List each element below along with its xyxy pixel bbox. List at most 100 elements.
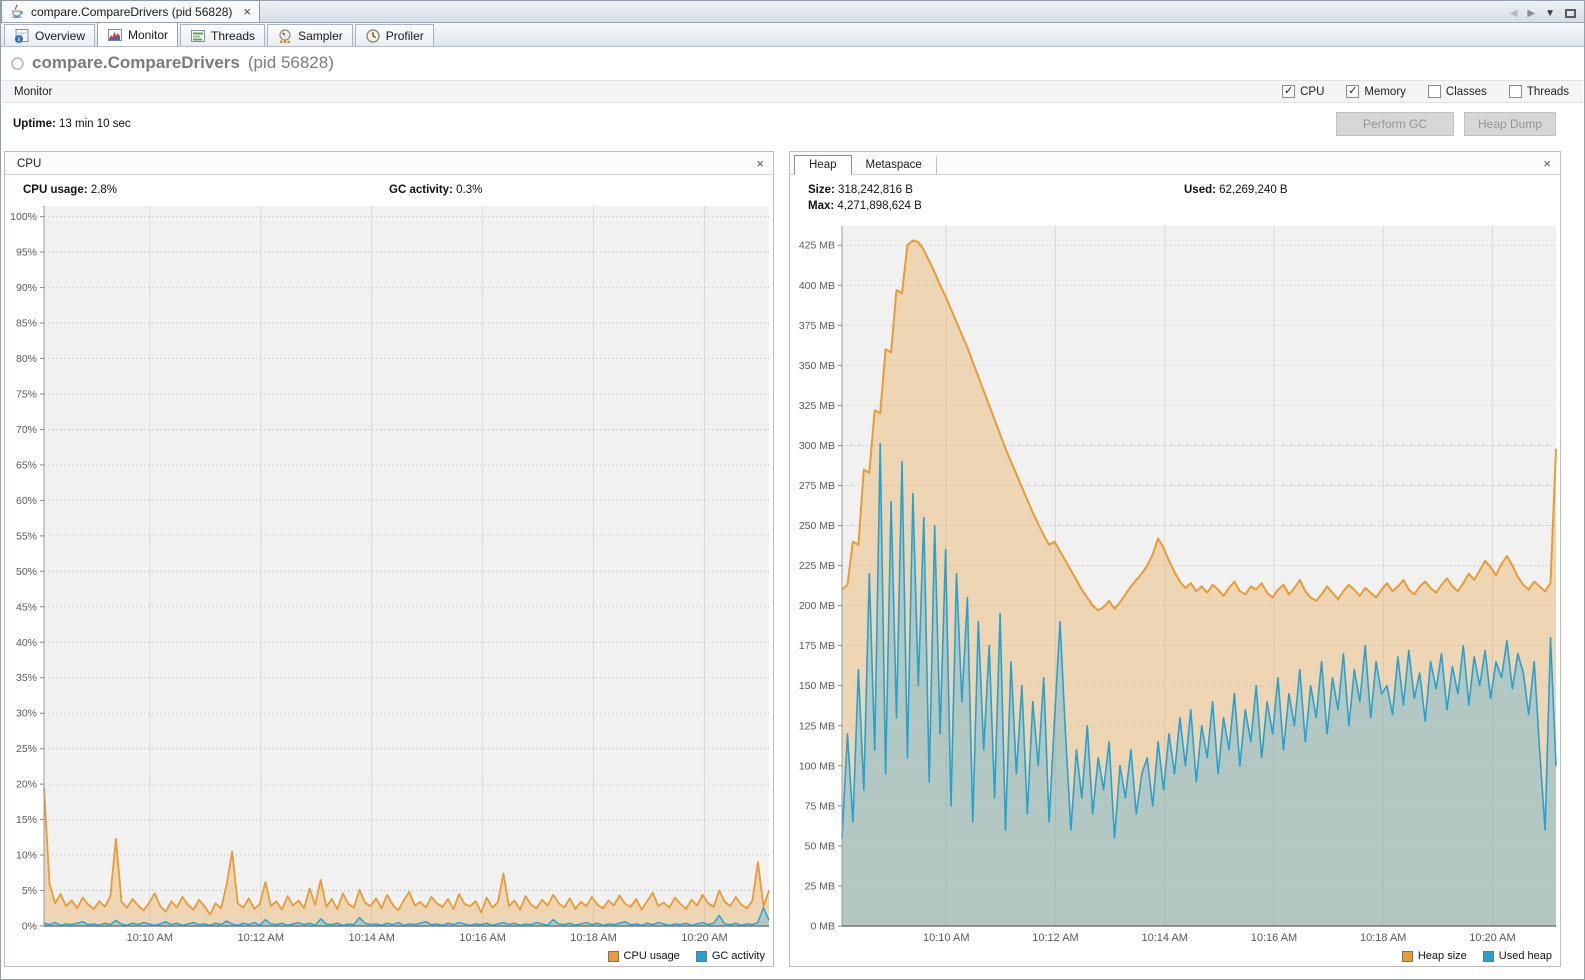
maximize-icon[interactable]: [1565, 9, 1576, 18]
tab-label: Monitor: [128, 28, 168, 42]
checkbox-memory-box[interactable]: ✓: [1346, 85, 1359, 98]
svg-text:175 MB: 175 MB: [799, 640, 835, 652]
heap-stats-row-2: Max: 4,271,898,624 B: [808, 200, 1560, 212]
sampler-icon: [277, 28, 293, 44]
svg-text:0%: 0%: [22, 921, 37, 933]
legend-label: GC activity: [712, 950, 765, 962]
heap-used-value: 62,269,240 B: [1219, 184, 1287, 196]
heap-size-stat: Size: 318,242,816 B: [808, 184, 913, 196]
tab-sampler[interactable]: Sampler: [267, 24, 353, 46]
threads-icon: [190, 28, 206, 44]
svg-text:50 MB: 50 MB: [805, 840, 835, 852]
svg-text:350 MB: 350 MB: [799, 360, 835, 372]
checkbox-threads-box[interactable]: [1509, 85, 1522, 98]
svg-text:375 MB: 375 MB: [799, 320, 835, 332]
cpu-stats: CPU usage: 2.8% GC activity: 0.3%: [5, 175, 773, 200]
svg-text:90%: 90%: [16, 282, 37, 294]
gc-buttons: Perform GC Heap Dump: [1336, 112, 1556, 136]
heap-dump-button[interactable]: Heap Dump: [1464, 112, 1556, 136]
uptime-label: Uptime:: [13, 118, 56, 130]
nav-forward-icon[interactable]: ▶: [1527, 8, 1535, 19]
tab-profiler[interactable]: Profiler: [355, 24, 434, 46]
overview-icon: i: [14, 28, 30, 44]
checkbox-cpu-box[interactable]: ✓: [1282, 85, 1295, 98]
java-icon: [10, 4, 26, 20]
heap-size-label: Size:: [808, 184, 835, 196]
svg-text:200 MB: 200 MB: [799, 600, 835, 612]
svg-text:125 MB: 125 MB: [799, 720, 835, 732]
svg-text:10:18 AM: 10:18 AM: [1360, 932, 1406, 944]
svg-text:30%: 30%: [16, 708, 37, 720]
tab-list-icon[interactable]: ▼: [1545, 8, 1555, 19]
tab-overview[interactable]: i Overview: [4, 24, 95, 46]
svg-text:225 MB: 225 MB: [799, 560, 835, 572]
checkbox-classes[interactable]: Classes: [1428, 85, 1487, 98]
svg-text:75 MB: 75 MB: [805, 800, 835, 812]
document-tab-strip: compare.CompareDrivers (pid 56828) × ◀ ▶…: [1, 1, 1584, 23]
tab-monitor[interactable]: Monitor: [97, 22, 178, 46]
close-icon[interactable]: ×: [1543, 157, 1560, 174]
heap-stats-row-1: Size: 318,242,816 B Used: 62,269,240 B: [808, 184, 1560, 196]
heap-chart-legend: Heap size Used heap: [790, 946, 1560, 966]
checkbox-label: Threads: [1527, 86, 1569, 98]
legend-gc-activity: GC activity: [696, 950, 765, 962]
svg-text:95%: 95%: [16, 247, 37, 259]
perform-gc-button[interactable]: Perform GC: [1336, 112, 1454, 136]
heap-stats: Size: 318,242,816 B Used: 62,269,240 B M…: [790, 175, 1560, 220]
nav-back-icon[interactable]: ◀: [1510, 8, 1518, 19]
heap-panel: Heap Metaspace × Size: 318,242,816 B Use…: [789, 151, 1561, 967]
svg-text:10:20 AM: 10:20 AM: [681, 932, 727, 944]
heap-max-stat: Max: 4,271,898,624 B: [808, 200, 922, 212]
svg-text:325 MB: 325 MB: [799, 400, 835, 412]
svg-text:10:10 AM: 10:10 AM: [127, 932, 173, 944]
legend-heap-size: Heap size: [1402, 950, 1467, 962]
svg-text:60%: 60%: [16, 495, 37, 507]
checkbox-classes-box[interactable]: [1428, 85, 1441, 98]
svg-text:400 MB: 400 MB: [799, 280, 835, 292]
svg-text:100%: 100%: [10, 211, 37, 223]
document-tab[interactable]: compare.CompareDrivers (pid 56828) ×: [1, 0, 260, 22]
monitor-section-bar: Monitor ✓ CPU ✓ Memory Classes Threads: [2, 80, 1583, 103]
tab-label: Overview: [35, 29, 85, 43]
svg-text:300 MB: 300 MB: [799, 440, 835, 452]
svg-text:0 MB: 0 MB: [810, 921, 835, 933]
checkbox-memory[interactable]: ✓ Memory: [1346, 85, 1406, 98]
gc-activity-stat: GC activity: 0.3%: [389, 184, 482, 196]
visualvm-window: compare.CompareDrivers (pid 56828) × ◀ ▶…: [0, 0, 1585, 980]
svg-text:85%: 85%: [16, 318, 37, 330]
gc-activity-value: 0.3%: [456, 184, 482, 196]
heap-used-label: Used:: [1184, 184, 1216, 196]
svg-text:25%: 25%: [16, 743, 37, 755]
monitor-icon: [107, 27, 123, 43]
tab-label: Threads: [211, 29, 255, 43]
close-icon[interactable]: ×: [756, 157, 773, 174]
legend-label: Used heap: [1499, 950, 1552, 962]
tab-heap[interactable]: Heap: [794, 155, 852, 175]
svg-text:5%: 5%: [22, 885, 37, 897]
heap-chart: 10:10 AM10:12 AM10:14 AM10:16 AM10:18 AM…: [790, 220, 1560, 946]
svg-text:10%: 10%: [16, 850, 37, 862]
cpu-panel-header: CPU ×: [5, 152, 773, 175]
tab-metaspace[interactable]: Metaspace: [852, 156, 937, 174]
checkbox-label: CPU: [1300, 86, 1324, 98]
cpu-usage-stat: CPU usage: 2.8%: [23, 184, 117, 196]
svg-text:100 MB: 100 MB: [799, 760, 835, 772]
close-icon[interactable]: ×: [243, 5, 251, 18]
svg-text:55%: 55%: [16, 530, 37, 542]
checkbox-threads[interactable]: Threads: [1509, 85, 1569, 98]
svg-text:80%: 80%: [16, 353, 37, 365]
svg-text:35%: 35%: [16, 672, 37, 684]
used-heap-swatch: [1483, 951, 1494, 962]
tab-threads[interactable]: Threads: [180, 24, 265, 46]
legend-cpu-usage: CPU usage: [608, 950, 680, 962]
checkbox-cpu[interactable]: ✓ CPU: [1282, 85, 1324, 98]
svg-text:70%: 70%: [16, 424, 37, 436]
svg-text:45%: 45%: [16, 601, 37, 613]
svg-text:425 MB: 425 MB: [799, 240, 835, 252]
uptime: Uptime: 13 min 10 sec: [13, 118, 131, 130]
checkbox-label: Memory: [1364, 86, 1406, 98]
uptime-value: 13 min 10 sec: [59, 118, 131, 130]
svg-text:i: i: [18, 35, 20, 43]
svg-text:25 MB: 25 MB: [805, 880, 835, 892]
legend-label: CPU usage: [624, 950, 680, 962]
